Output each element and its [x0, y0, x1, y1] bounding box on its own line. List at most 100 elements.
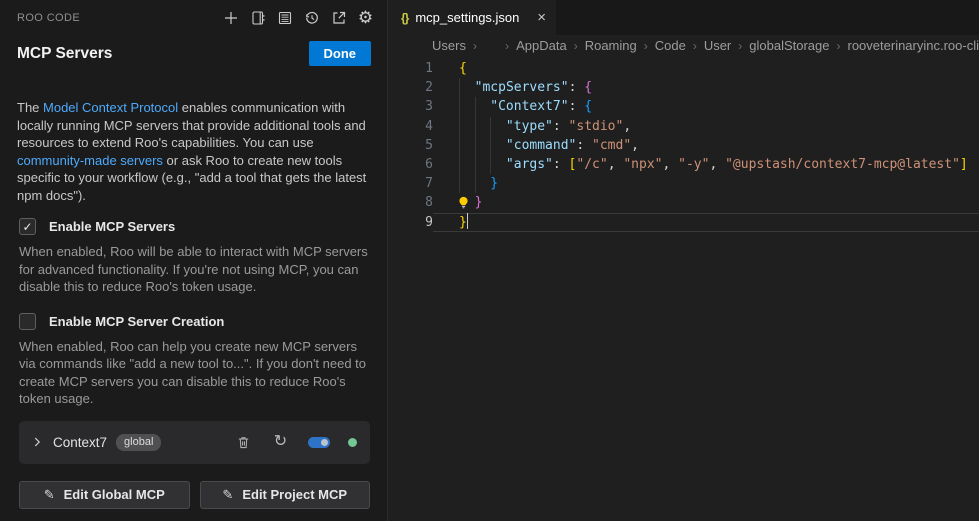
prompts-notebook-icon[interactable] [248, 8, 267, 27]
code-token: : [553, 157, 569, 172]
json-braces-icon: {} [401, 11, 408, 25]
code-token: "npx" [623, 157, 662, 172]
line-number: 7 [388, 174, 433, 193]
lightbulb-icon[interactable] [459, 193, 475, 212]
indent-guide [490, 136, 506, 155]
code-token: "cmd" [592, 138, 631, 153]
page-title: MCP Servers [17, 45, 112, 63]
panel-title-row: MCP Servers Done [17, 41, 371, 66]
code-row: 9} [388, 213, 979, 232]
code-token: "stdio" [569, 119, 624, 134]
code-token: } [490, 176, 498, 191]
code-token: , [608, 157, 624, 172]
app-window: ROO CODE [0, 0, 979, 521]
breadcrumb-separator-icon: › [837, 39, 841, 53]
code-token: "type" [506, 119, 553, 134]
code-row: 6"args": ["/c", "npx", "-y", "@upstash/c… [388, 155, 979, 174]
breadcrumb-separator-icon: › [644, 39, 648, 53]
breadcrumb-separator-icon: › [693, 39, 697, 53]
code-token: "mcpServers" [475, 80, 569, 95]
edit-project-mcp-label: Edit Project MCP [242, 487, 347, 502]
line-number: 8 [388, 193, 433, 212]
pencil-icon: ✎ [44, 487, 55, 503]
done-button[interactable]: Done [309, 41, 372, 66]
edit-project-mcp-button[interactable]: ✎ Edit Project MCP [200, 481, 371, 509]
community-made-servers-link[interactable]: community-made servers [17, 153, 163, 168]
code-token: "args" [506, 157, 553, 172]
server-enabled-toggle[interactable] [308, 437, 330, 448]
code-token: { [584, 99, 592, 114]
tab-mcp-settings-json[interactable]: {} mcp_settings.json × [388, 0, 556, 35]
line-number: 6 [388, 155, 433, 174]
mcp-edit-buttons: ✎ Edit Global MCP ✎ Edit Project MCP [19, 481, 370, 509]
breadcrumb-segment[interactable]: globalStorage [749, 38, 829, 53]
history-icon[interactable] [302, 8, 321, 27]
trash-icon[interactable] [234, 433, 253, 452]
chevron-right-icon[interactable] [28, 433, 46, 451]
indent-guide [490, 117, 506, 136]
line-number: 2 [388, 78, 433, 97]
code-token: "-y" [678, 157, 709, 172]
editor-tab-bar: {} mcp_settings.json × [388, 0, 979, 35]
open-in-editor-icon[interactable] [329, 8, 348, 27]
enable-mcp-creation-description: When enabled, Roo can help you create ne… [19, 338, 369, 408]
code-token: "Context7" [490, 99, 568, 114]
code-line-content: "args": ["/c", "npx", "-y", "@upstash/co… [433, 155, 979, 174]
line-number: 4 [388, 117, 433, 136]
code-token: : [576, 138, 592, 153]
roo-code-sidebar: ROO CODE [0, 0, 388, 521]
enable-mcp-label: Enable MCP Servers [49, 219, 175, 234]
code-token: , [631, 138, 639, 153]
code-token: "@upstash/context7-mcp@latest" [725, 157, 960, 172]
indent-guide [475, 117, 491, 136]
server-row-context7[interactable]: Context7 global ↻ [19, 421, 370, 464]
edit-global-mcp-label: Edit Global MCP [64, 487, 165, 502]
pencil-icon: ✎ [222, 487, 233, 503]
line-number: 9 [388, 213, 433, 232]
breadcrumb-segment[interactable]: rooveterinaryinc.roo-cli [848, 38, 979, 53]
edit-global-mcp-button[interactable]: ✎ Edit Global MCP [19, 481, 190, 509]
indent-guide [459, 136, 475, 155]
tab-close-icon[interactable]: × [537, 10, 546, 25]
code-editor[interactable]: 1{2"mcpServers": {3"Context7": {4"type":… [388, 56, 979, 521]
enable-mcp-creation-row: Enable MCP Server Creation [19, 313, 371, 330]
code-row: 7} [388, 174, 979, 193]
server-scope-badge: global [116, 434, 161, 451]
code-token: } [459, 215, 467, 230]
mcp-servers-icon[interactable] [275, 8, 294, 27]
code-token: , [623, 119, 631, 134]
settings-gear-icon[interactable]: ⚙ [356, 8, 375, 27]
code-token: , [662, 157, 678, 172]
new-task-plus-icon[interactable] [221, 8, 240, 27]
code-row: 3"Context7": { [388, 97, 979, 116]
breadcrumb-segment[interactable]: Roaming [585, 38, 637, 53]
breadcrumb-segment[interactable]: Users [432, 38, 466, 53]
sidebar-header: ROO CODE [0, 0, 387, 31]
server-row-controls: ↻ [234, 433, 357, 452]
breadcrumb-separator-icon: › [505, 39, 509, 53]
indent-guide [459, 174, 475, 193]
code-line-content: } [433, 174, 979, 193]
extension-title: ROO CODE [17, 12, 80, 24]
code-row: 2"mcpServers": { [388, 78, 979, 97]
code-line-content: "mcpServers": { [433, 78, 979, 97]
toggle-knob [321, 439, 328, 446]
breadcrumb-segment[interactable]: Code [655, 38, 686, 53]
line-number: 5 [388, 136, 433, 155]
code-token: : [569, 80, 585, 95]
code-token: } [475, 195, 483, 210]
enable-mcp-creation-checkbox[interactable] [19, 313, 36, 330]
refresh-icon[interactable]: ↻ [271, 433, 290, 452]
breadcrumb-segment[interactable]: AppData [516, 38, 567, 53]
breadcrumb-segment[interactable]: User [704, 38, 731, 53]
indent-guide [475, 97, 491, 116]
model-context-protocol-link[interactable]: Model Context Protocol [43, 100, 178, 115]
enable-mcp-checkbox[interactable]: ✓ [19, 218, 36, 235]
breadcrumb-separator-icon: › [574, 39, 578, 53]
server-status-dot [348, 438, 357, 447]
breadcrumb-separator-icon: › [473, 39, 477, 53]
text-cursor [467, 213, 469, 229]
tab-label: mcp_settings.json [415, 10, 519, 25]
code-row: 4"type": "stdio", [388, 117, 979, 136]
indent-guide [459, 117, 475, 136]
